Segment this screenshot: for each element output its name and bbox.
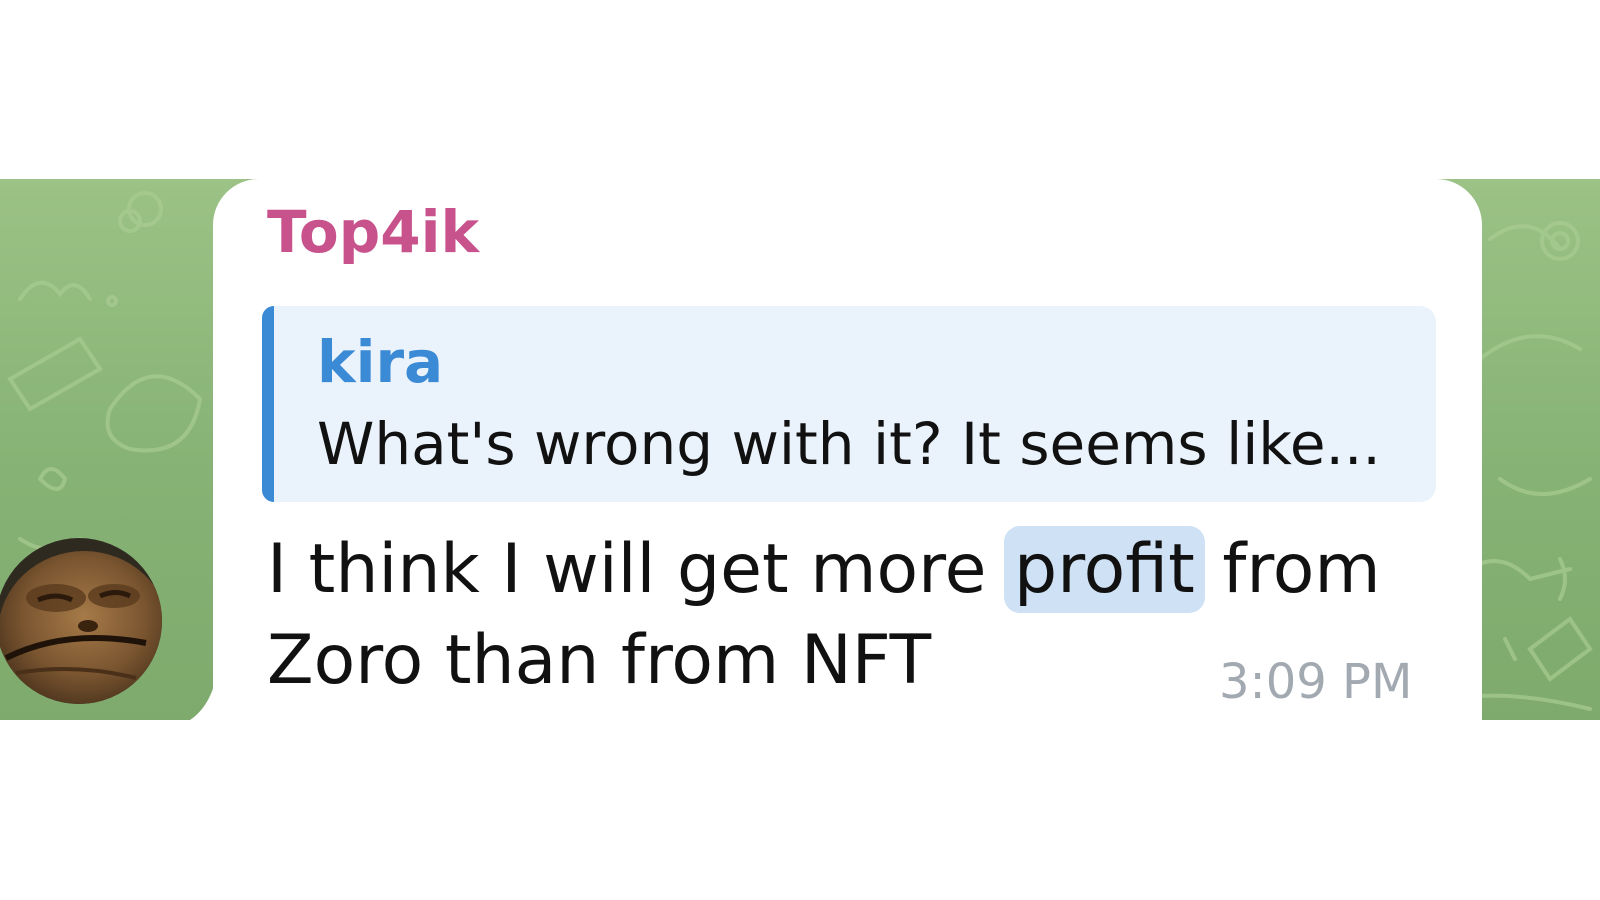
reply-accent-bar <box>262 306 274 502</box>
avatar-image <box>0 538 162 704</box>
message-line-1: I think I will get more profit from <box>267 524 1407 615</box>
chat-screenshot: Top4ik kira What's wrong with it? It see… <box>0 0 1600 900</box>
message-timestamp: 3:09 PM <box>1219 654 1413 710</box>
reply-text: What's wrong with it? It seems like... <box>317 410 1381 478</box>
sender-avatar[interactable] <box>0 538 162 704</box>
reply-preview[interactable]: kira What's wrong with it? It seems like… <box>262 306 1436 502</box>
message-text-part2: from <box>1200 530 1381 609</box>
search-highlight: profit <box>1004 526 1205 613</box>
reply-author: kira <box>317 328 444 396</box>
sender-name[interactable]: Top4ik <box>267 198 479 266</box>
message-text-part1: I think I will get more <box>267 530 1009 609</box>
